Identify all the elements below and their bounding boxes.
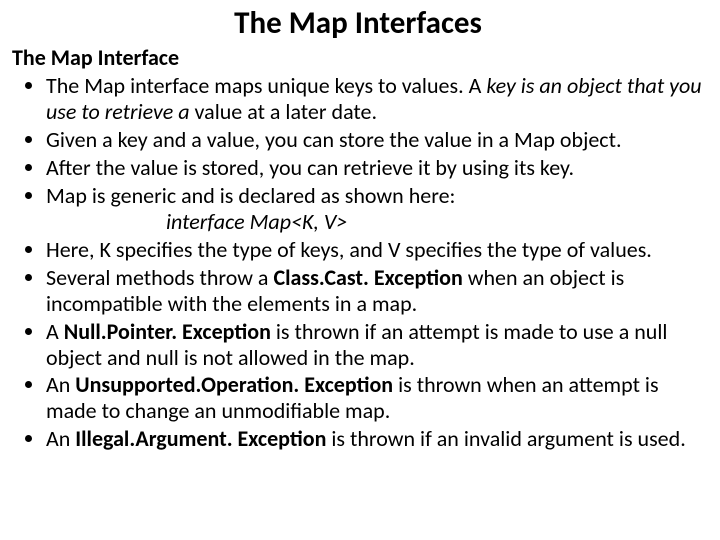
slide-subtitle: The Map Interface xyxy=(12,44,704,71)
bold-text: Unsupported.Operation. Exception xyxy=(75,371,393,398)
text: Map is generic and is declared as shown … xyxy=(46,182,455,209)
text: value at a later date. xyxy=(190,98,377,125)
text: The Map interface maps unique keys to va… xyxy=(46,72,486,99)
list-item: Map is generic and is declared as shown … xyxy=(46,183,704,235)
text: is thrown if an invalid argument is used… xyxy=(326,425,685,452)
bold-text: Null.Pointer. Exception xyxy=(64,318,271,345)
list-item: Given a key and a value, you can store t… xyxy=(46,127,704,153)
list-item: The Map interface maps unique keys to va… xyxy=(46,73,704,125)
bullet-list: The Map interface maps unique keys to va… xyxy=(12,73,704,452)
slide-title: The Map Interfaces xyxy=(12,4,704,42)
list-item: An Illegal.Argument. Exception is thrown… xyxy=(46,426,704,452)
list-item: Here, K specifies the type of keys, and … xyxy=(46,237,704,263)
slide: The Map Interfaces The Map Interface The… xyxy=(0,0,720,540)
list-item: An Unsupported.Operation. Exception is t… xyxy=(46,372,704,424)
code-line: interface Map<K, V> xyxy=(166,209,704,235)
bold-text: Illegal.Argument. Exception xyxy=(75,425,326,452)
text: An xyxy=(46,425,75,452)
list-item: Several methods throw a Class.Cast. Exce… xyxy=(46,265,704,317)
text: Several methods throw a xyxy=(46,264,273,291)
list-item: A Null.Pointer. Exception is thrown if a… xyxy=(46,319,704,371)
list-item: After the value is stored, you can retri… xyxy=(46,155,704,181)
text: A xyxy=(46,318,64,345)
bold-text: Class.Cast. Exception xyxy=(273,264,462,291)
text: An xyxy=(46,371,75,398)
